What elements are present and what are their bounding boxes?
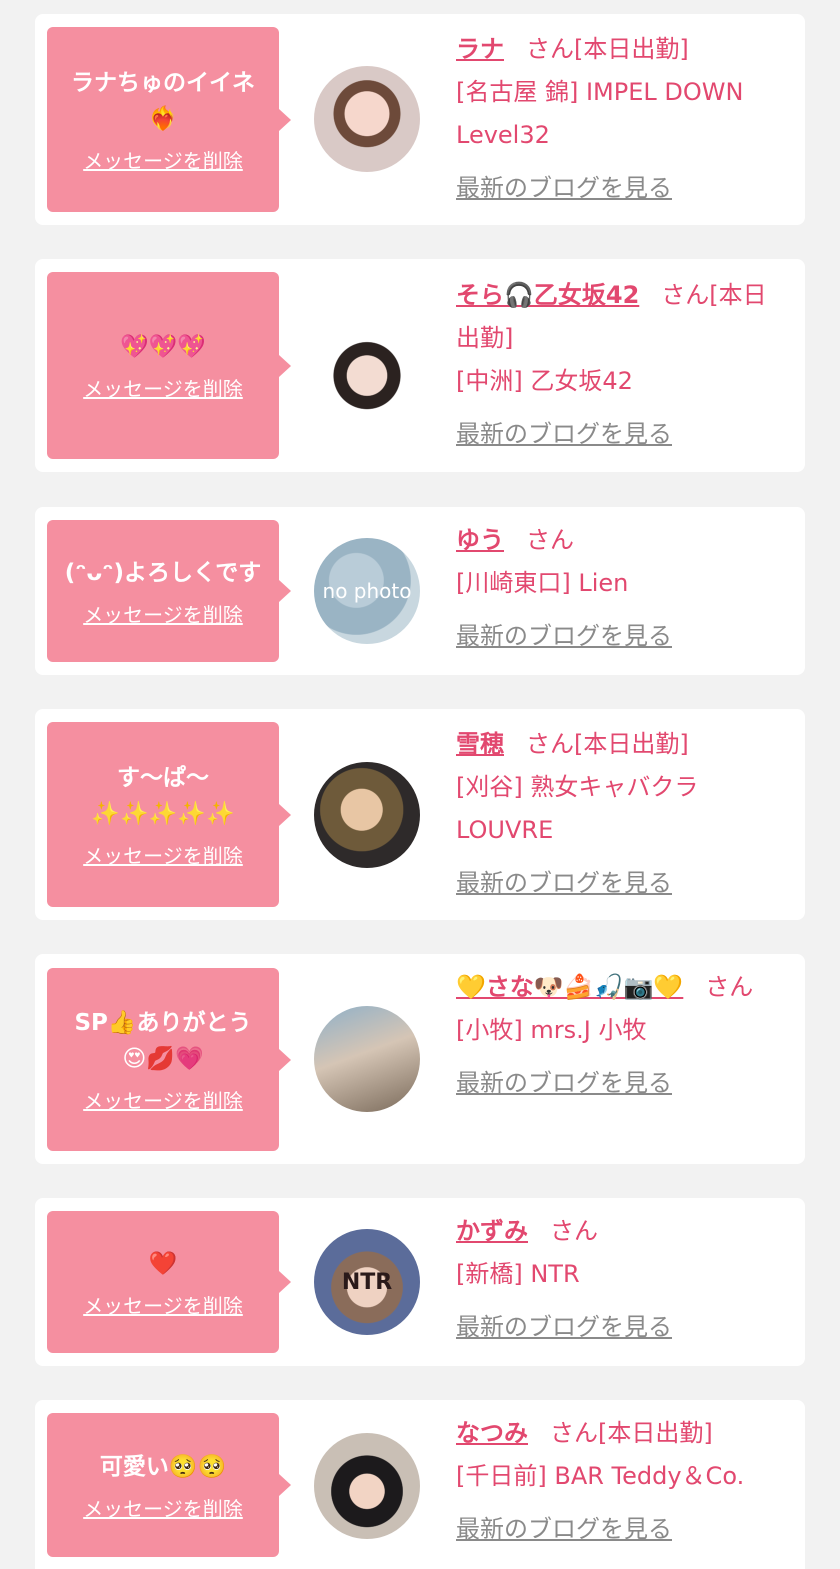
message-bubble: ラナちゅのイイネ ❤️‍🔥 メッセージを削除 (47, 27, 279, 212)
delete-message-link[interactable]: メッセージを削除 (83, 145, 243, 174)
honorific: さん (550, 1217, 598, 1245)
sender-info: そら🎧乙女坂42 さん[本日出勤] [中洲] 乙女坂42 最新のブログを見る (456, 274, 786, 456)
message-list: ラナちゅのイイネ ❤️‍🔥 メッセージを削除 ラナ さん[本日出勤] [名古屋 錦… (0, 0, 840, 1569)
delete-message-link[interactable]: メッセージを削除 (83, 599, 243, 628)
sender-info: かずみ さん [新橋] NTR 最新のブログを見る (456, 1210, 786, 1349)
message-bubble: ❤️ メッセージを削除 (47, 1211, 279, 1353)
delete-message-link[interactable]: メッセージを削除 (83, 1493, 243, 1522)
status-badge: [本日出勤] (598, 1419, 713, 1447)
sender-name-link[interactable]: 💛さな🐶🍰🎣📷💛 (456, 973, 683, 1001)
message-card: す〜ぱ〜 ✨✨✨✨✨ メッセージを削除 雪穂 さん[本日出勤] [刈谷] 熟女キャ… (35, 709, 805, 920)
latest-blog-link[interactable]: 最新のブログを見る (456, 615, 672, 658)
shop-name: [千日前] BAR Teddy＆Co. (456, 1462, 745, 1490)
message-bubble: 可愛い🥺🥺 メッセージを削除 (47, 1413, 279, 1557)
sender-name-link[interactable]: そら🎧乙女坂42 (456, 281, 639, 309)
message-card: ❤️ メッセージを削除 NTR かずみ さん [新橋] NTR 最新のブログを見る (35, 1198, 805, 1366)
honorific: さん (705, 973, 754, 1001)
avatar[interactable]: NTR (314, 1229, 420, 1335)
shop-name: [刈谷] 熟女キャバクラ LOUVRE (456, 773, 699, 844)
sender-name-link[interactable]: なつみ (456, 1419, 528, 1447)
sender-info: 雪穂 さん[本日出勤] [刈谷] 熟女キャバクラ LOUVRE 最新のブログを見る (456, 723, 786, 905)
avatar[interactable] (314, 1433, 420, 1539)
message-bubble: す〜ぱ〜 ✨✨✨✨✨ メッセージを削除 (47, 722, 279, 907)
latest-blog-link[interactable]: 最新のブログを見る (456, 1306, 672, 1349)
avatar[interactable] (314, 762, 420, 868)
message-card: 可愛い🥺🥺 メッセージを削除 なつみ さん[本日出勤] [千日前] BAR Ted… (35, 1400, 805, 1569)
sender-info: 💛さな🐶🍰🎣📷💛 さん [小牧] mrs.J 小牧 最新のブログを見る (456, 966, 786, 1105)
message-text: ラナちゅのイイネ ❤️‍🔥 (71, 70, 255, 132)
latest-blog-link[interactable]: 最新のブログを見る (456, 1062, 672, 1105)
latest-blog-link[interactable]: 最新のブログを見る (456, 413, 672, 456)
message-card: SP👍ありがとう 😍💋💗 メッセージを削除 💛さな🐶🍰🎣📷💛 さん [小牧] mr… (35, 954, 805, 1164)
shop-name: [新橋] NTR (456, 1260, 580, 1288)
no-photo-label: no photo (322, 579, 412, 603)
avatar[interactable] (314, 1006, 420, 1112)
message-card: (ᵔᴗᵔ)よろしくです メッセージを削除 no photo ゆう さん [川崎東口… (35, 507, 805, 675)
sender-name-link[interactable]: 雪穂 (456, 730, 504, 758)
sender-info: ラナ さん[本日出勤] [名古屋 錦] IMPEL DOWN Level32 最新… (456, 28, 786, 210)
shop-name: [名古屋 錦] IMPEL DOWN Level32 (456, 78, 744, 149)
message-text: ❤️ (148, 1250, 178, 1277)
honorific: さん (661, 281, 710, 309)
shop-name: [川崎東口] Lien (456, 569, 629, 597)
sender-info: なつみ さん[本日出勤] [千日前] BAR Teddy＆Co. 最新のブログを見… (456, 1412, 786, 1551)
latest-blog-link[interactable]: 最新のブログを見る (456, 1508, 672, 1551)
delete-message-link[interactable]: メッセージを削除 (83, 1290, 243, 1319)
delete-message-link[interactable]: メッセージを削除 (83, 373, 243, 402)
sender-info: ゆう さん [川崎東口] Lien 最新のブログを見る (456, 519, 786, 658)
honorific: さん (526, 35, 574, 63)
honorific: さん (526, 526, 574, 554)
honorific: さん (526, 730, 574, 758)
avatar[interactable]: no photo (314, 538, 420, 644)
latest-blog-link[interactable]: 最新のブログを見る (456, 862, 672, 905)
message-text: (ᵔᴗᵔ)よろしくです (64, 559, 262, 586)
message-text: す〜ぱ〜 ✨✨✨✨✨ (91, 765, 235, 827)
sender-name-link[interactable]: かずみ (456, 1217, 528, 1245)
message-card: 💖💖💖 メッセージを削除 そら🎧乙女坂42 さん[本日出勤] [中洲] 乙女坂42… (35, 259, 805, 472)
message-bubble: SP👍ありがとう 😍💋💗 メッセージを削除 (47, 968, 279, 1151)
avatar[interactable] (314, 66, 420, 172)
avatar[interactable] (314, 312, 420, 418)
shop-name: [中洲] 乙女坂42 (456, 367, 633, 395)
avatar-overlay-text: NTR (341, 1269, 393, 1295)
status-badge: [本日出勤] (574, 35, 689, 63)
sender-name-link[interactable]: ラナ (456, 35, 504, 63)
honorific: さん (550, 1419, 598, 1447)
shop-name: [小牧] mrs.J 小牧 (456, 1016, 647, 1044)
delete-message-link[interactable]: メッセージを削除 (83, 1085, 243, 1114)
sender-name-link[interactable]: ゆう (456, 526, 504, 554)
latest-blog-link[interactable]: 最新のブログを見る (456, 167, 672, 210)
message-bubble: 💖💖💖 メッセージを削除 (47, 272, 279, 459)
message-card: ラナちゅのイイネ ❤️‍🔥 メッセージを削除 ラナ さん[本日出勤] [名古屋 錦… (35, 14, 805, 225)
status-badge: [本日出勤] (574, 730, 689, 758)
message-text: SP👍ありがとう 😍💋💗 (74, 1010, 252, 1072)
message-bubble: (ᵔᴗᵔ)よろしくです メッセージを削除 (47, 520, 279, 662)
message-text: 💖💖💖 (120, 334, 206, 360)
delete-message-link[interactable]: メッセージを削除 (83, 840, 243, 869)
message-text: 可愛い🥺🥺 (99, 1453, 227, 1480)
